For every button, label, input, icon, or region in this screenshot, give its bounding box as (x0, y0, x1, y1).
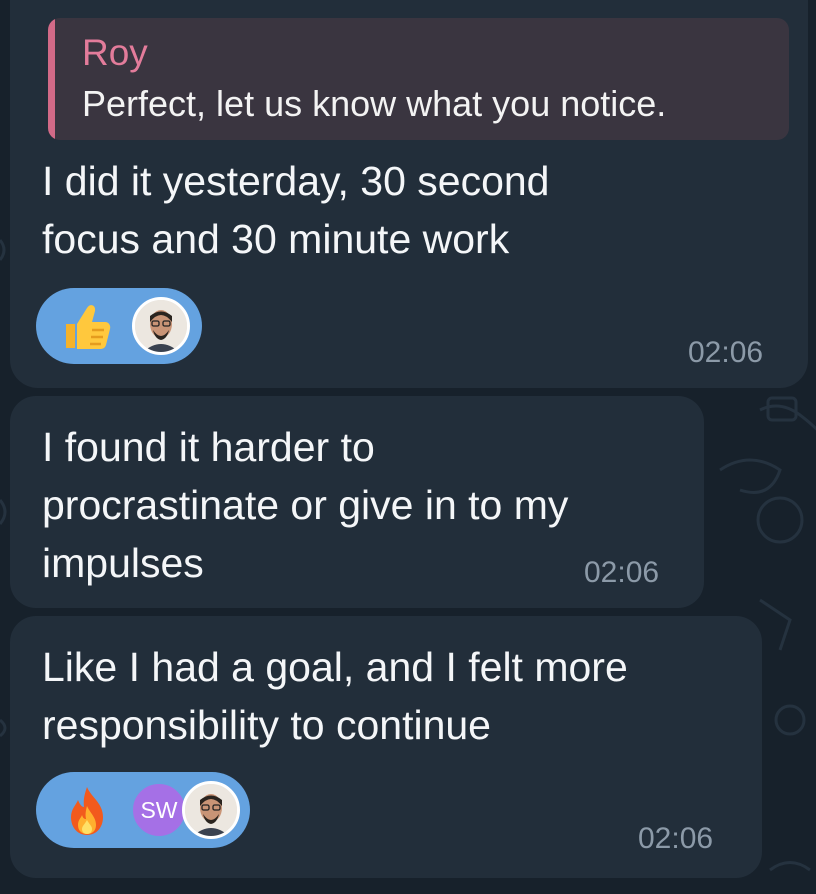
thumbs-up-icon (66, 305, 111, 349)
message-bubble[interactable]: Like I had a goal, and I felt more respo… (10, 616, 762, 878)
fire-icon (71, 787, 103, 835)
message-timestamp: 02:06 (584, 556, 660, 589)
message-bubble[interactable]: Roy Perfect, let us know what you notice… (10, 0, 808, 388)
message-text: Like I had a goal, and I felt more respo… (42, 644, 628, 748)
message-timestamp: 02:06 (688, 336, 764, 369)
reply-author: Roy (82, 32, 148, 73)
message-text: I found it harder to procrastinate or gi… (42, 424, 569, 586)
bearded-man-avatar (132, 297, 190, 355)
reply-text: Perfect, let us know what you notice. (82, 83, 667, 124)
message-timestamp: 02:06 (638, 822, 714, 855)
bearded-man-avatar (182, 781, 240, 839)
reaction-pill[interactable]: SW (36, 772, 250, 848)
message-bubble[interactable]: I found it harder to procrastinate or gi… (10, 396, 704, 608)
reaction-pill[interactable] (36, 288, 202, 364)
sw-avatar: SW (130, 781, 188, 839)
reply-accent-bar (48, 18, 55, 140)
reply-quote[interactable]: Roy Perfect, let us know what you notice… (48, 18, 789, 140)
message-text: I did it yesterday, 30 second focus and … (42, 158, 550, 262)
